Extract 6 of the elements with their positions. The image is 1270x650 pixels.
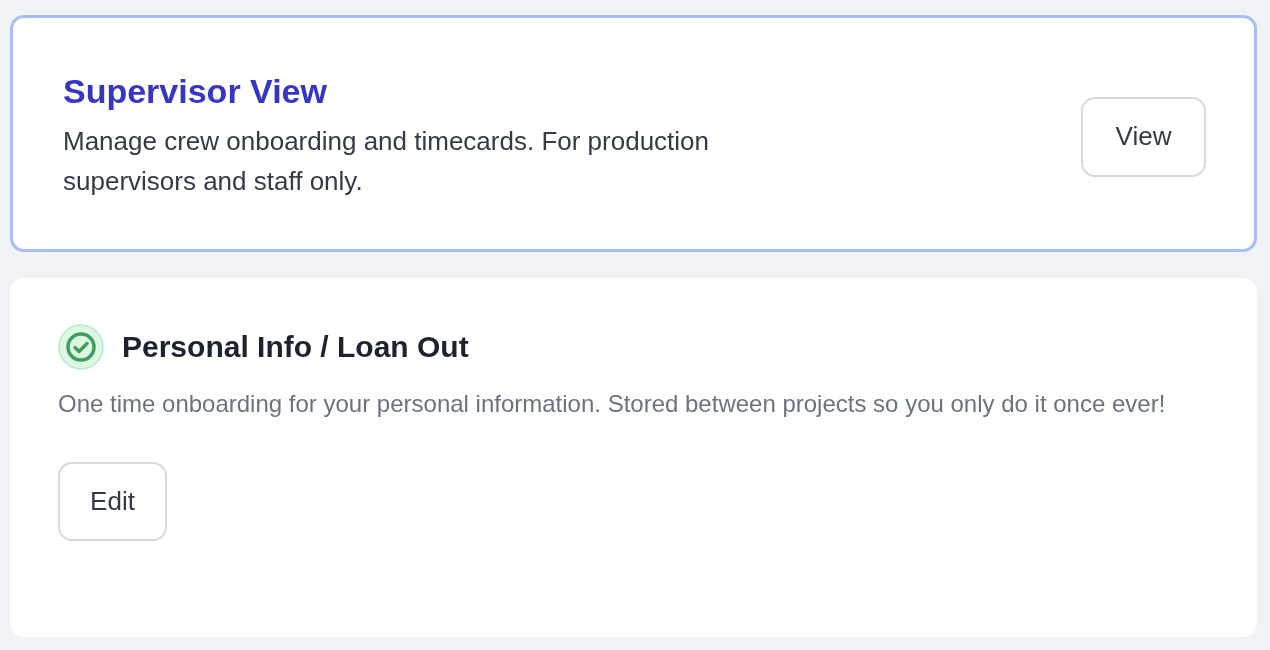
edit-button[interactable]: Edit (58, 462, 167, 541)
card-title: Supervisor View (63, 72, 328, 111)
card-description: Manage crew onboarding and timecards. For production supervisors and staff only. (63, 125, 711, 198)
card-title: Personal Info / Loan Out (122, 330, 469, 364)
view-button[interactable]: View (1081, 96, 1206, 177)
card-description: One time onboarding for your personal information. Stored between projects so you only do it once ever! (58, 389, 1167, 419)
